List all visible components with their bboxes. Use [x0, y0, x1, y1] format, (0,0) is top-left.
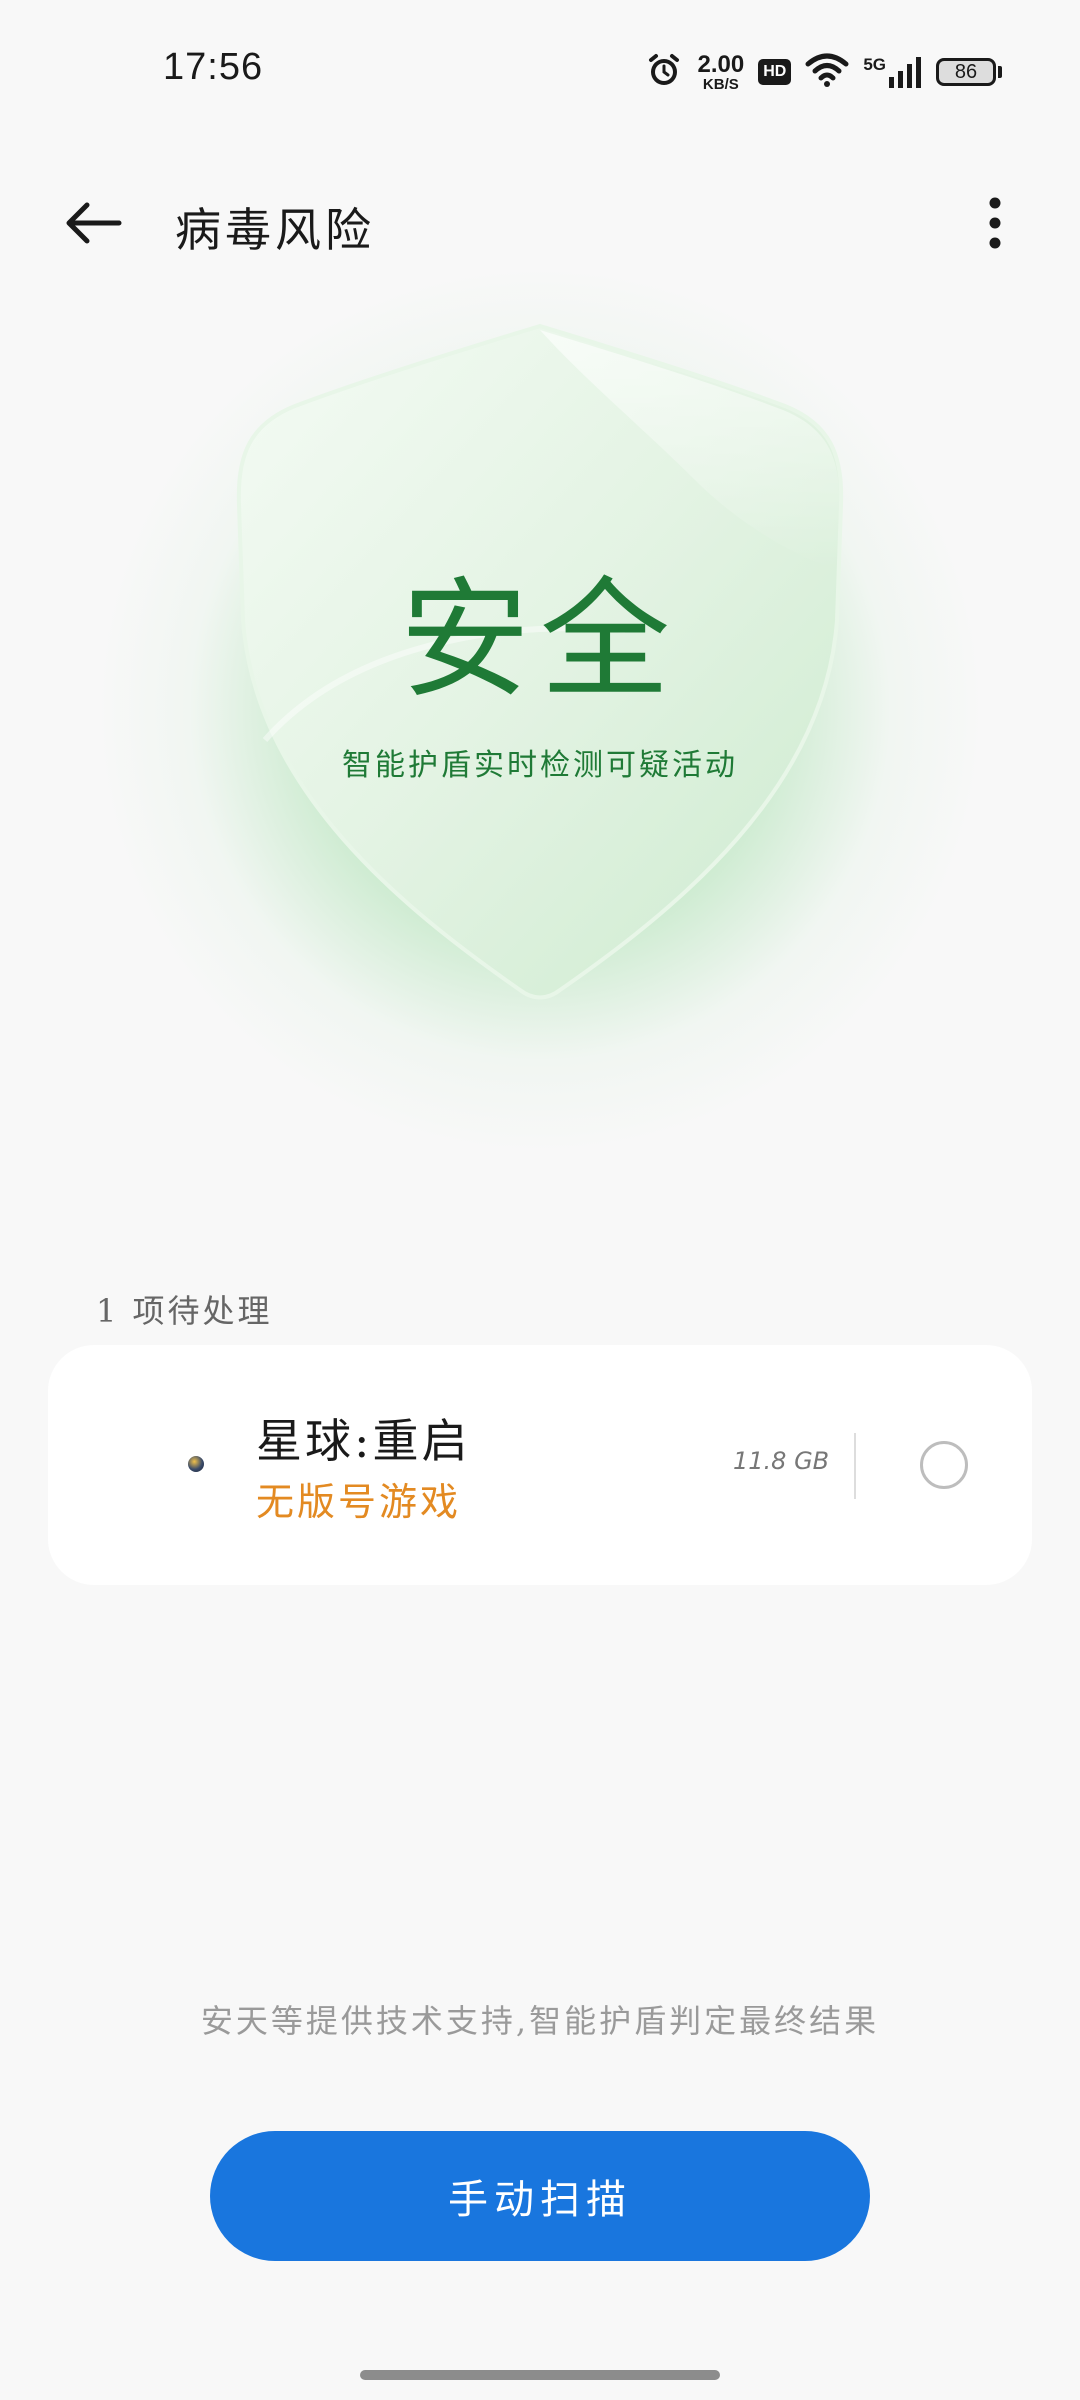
back-button[interactable] [58, 188, 128, 258]
app-icon [188, 1456, 204, 1472]
battery-icon: 86 [936, 58, 1002, 86]
pending-count-label: 1 项待处理 [96, 1292, 273, 1330]
virus-risk-screen: 17:56 2.00 KB/S HD 5G 86 病毒风险 安全 智能护盾实时检… [0, 0, 1080, 2400]
risk-item-name: 星球:重启 [256, 1414, 471, 1468]
card-divider [854, 1433, 856, 1499]
risk-item-tag: 无版号游戏 [256, 1480, 462, 1524]
more-vertical-icon [989, 197, 1001, 249]
battery-level: 86 [936, 58, 996, 86]
status-icons: 2.00 KB/S HD 5G 86 [645, 48, 1002, 96]
tech-support-note: 安天等提供技术支持,智能护盾判定最终结果 [200, 2002, 880, 2040]
page-title: 病毒风险 [175, 203, 375, 257]
status-time: 17:56 [163, 46, 264, 88]
status-bar: 17:56 2.00 KB/S HD 5G 86 [0, 0, 1080, 140]
manual-scan-button[interactable]: 手动扫描 [210, 2131, 870, 2261]
security-status-text: 安全 [399, 564, 680, 716]
home-indicator[interactable] [360, 2370, 720, 2380]
arrow-left-icon [66, 202, 122, 244]
more-options-button[interactable] [960, 188, 1030, 258]
security-shield: 安全 智能护盾实时检测可疑活动 [225, 320, 855, 1020]
wifi-icon [805, 52, 849, 92]
signal-label: 5G [863, 55, 886, 74]
risk-item-size: 11.8 GB [733, 1447, 830, 1475]
hd-icon: HD [758, 59, 792, 85]
alarm-icon [645, 51, 683, 93]
network-speed-value: 2.00 [697, 50, 745, 78]
security-status-subtitle: 智能护盾实时检测可疑活动 [342, 748, 738, 783]
network-speed-unit: KB/S [702, 75, 739, 93]
select-radio-button[interactable] [920, 1441, 968, 1489]
network-speed: 2.00 KB/S [697, 50, 745, 93]
risk-item-card[interactable]: 星球:重启 无版号游戏 11.8 GB [48, 1345, 1032, 1585]
top-app-bar: 病毒风险 [0, 170, 1080, 270]
battery-tip [998, 66, 1002, 78]
signal-icon: 5G [863, 55, 922, 89]
